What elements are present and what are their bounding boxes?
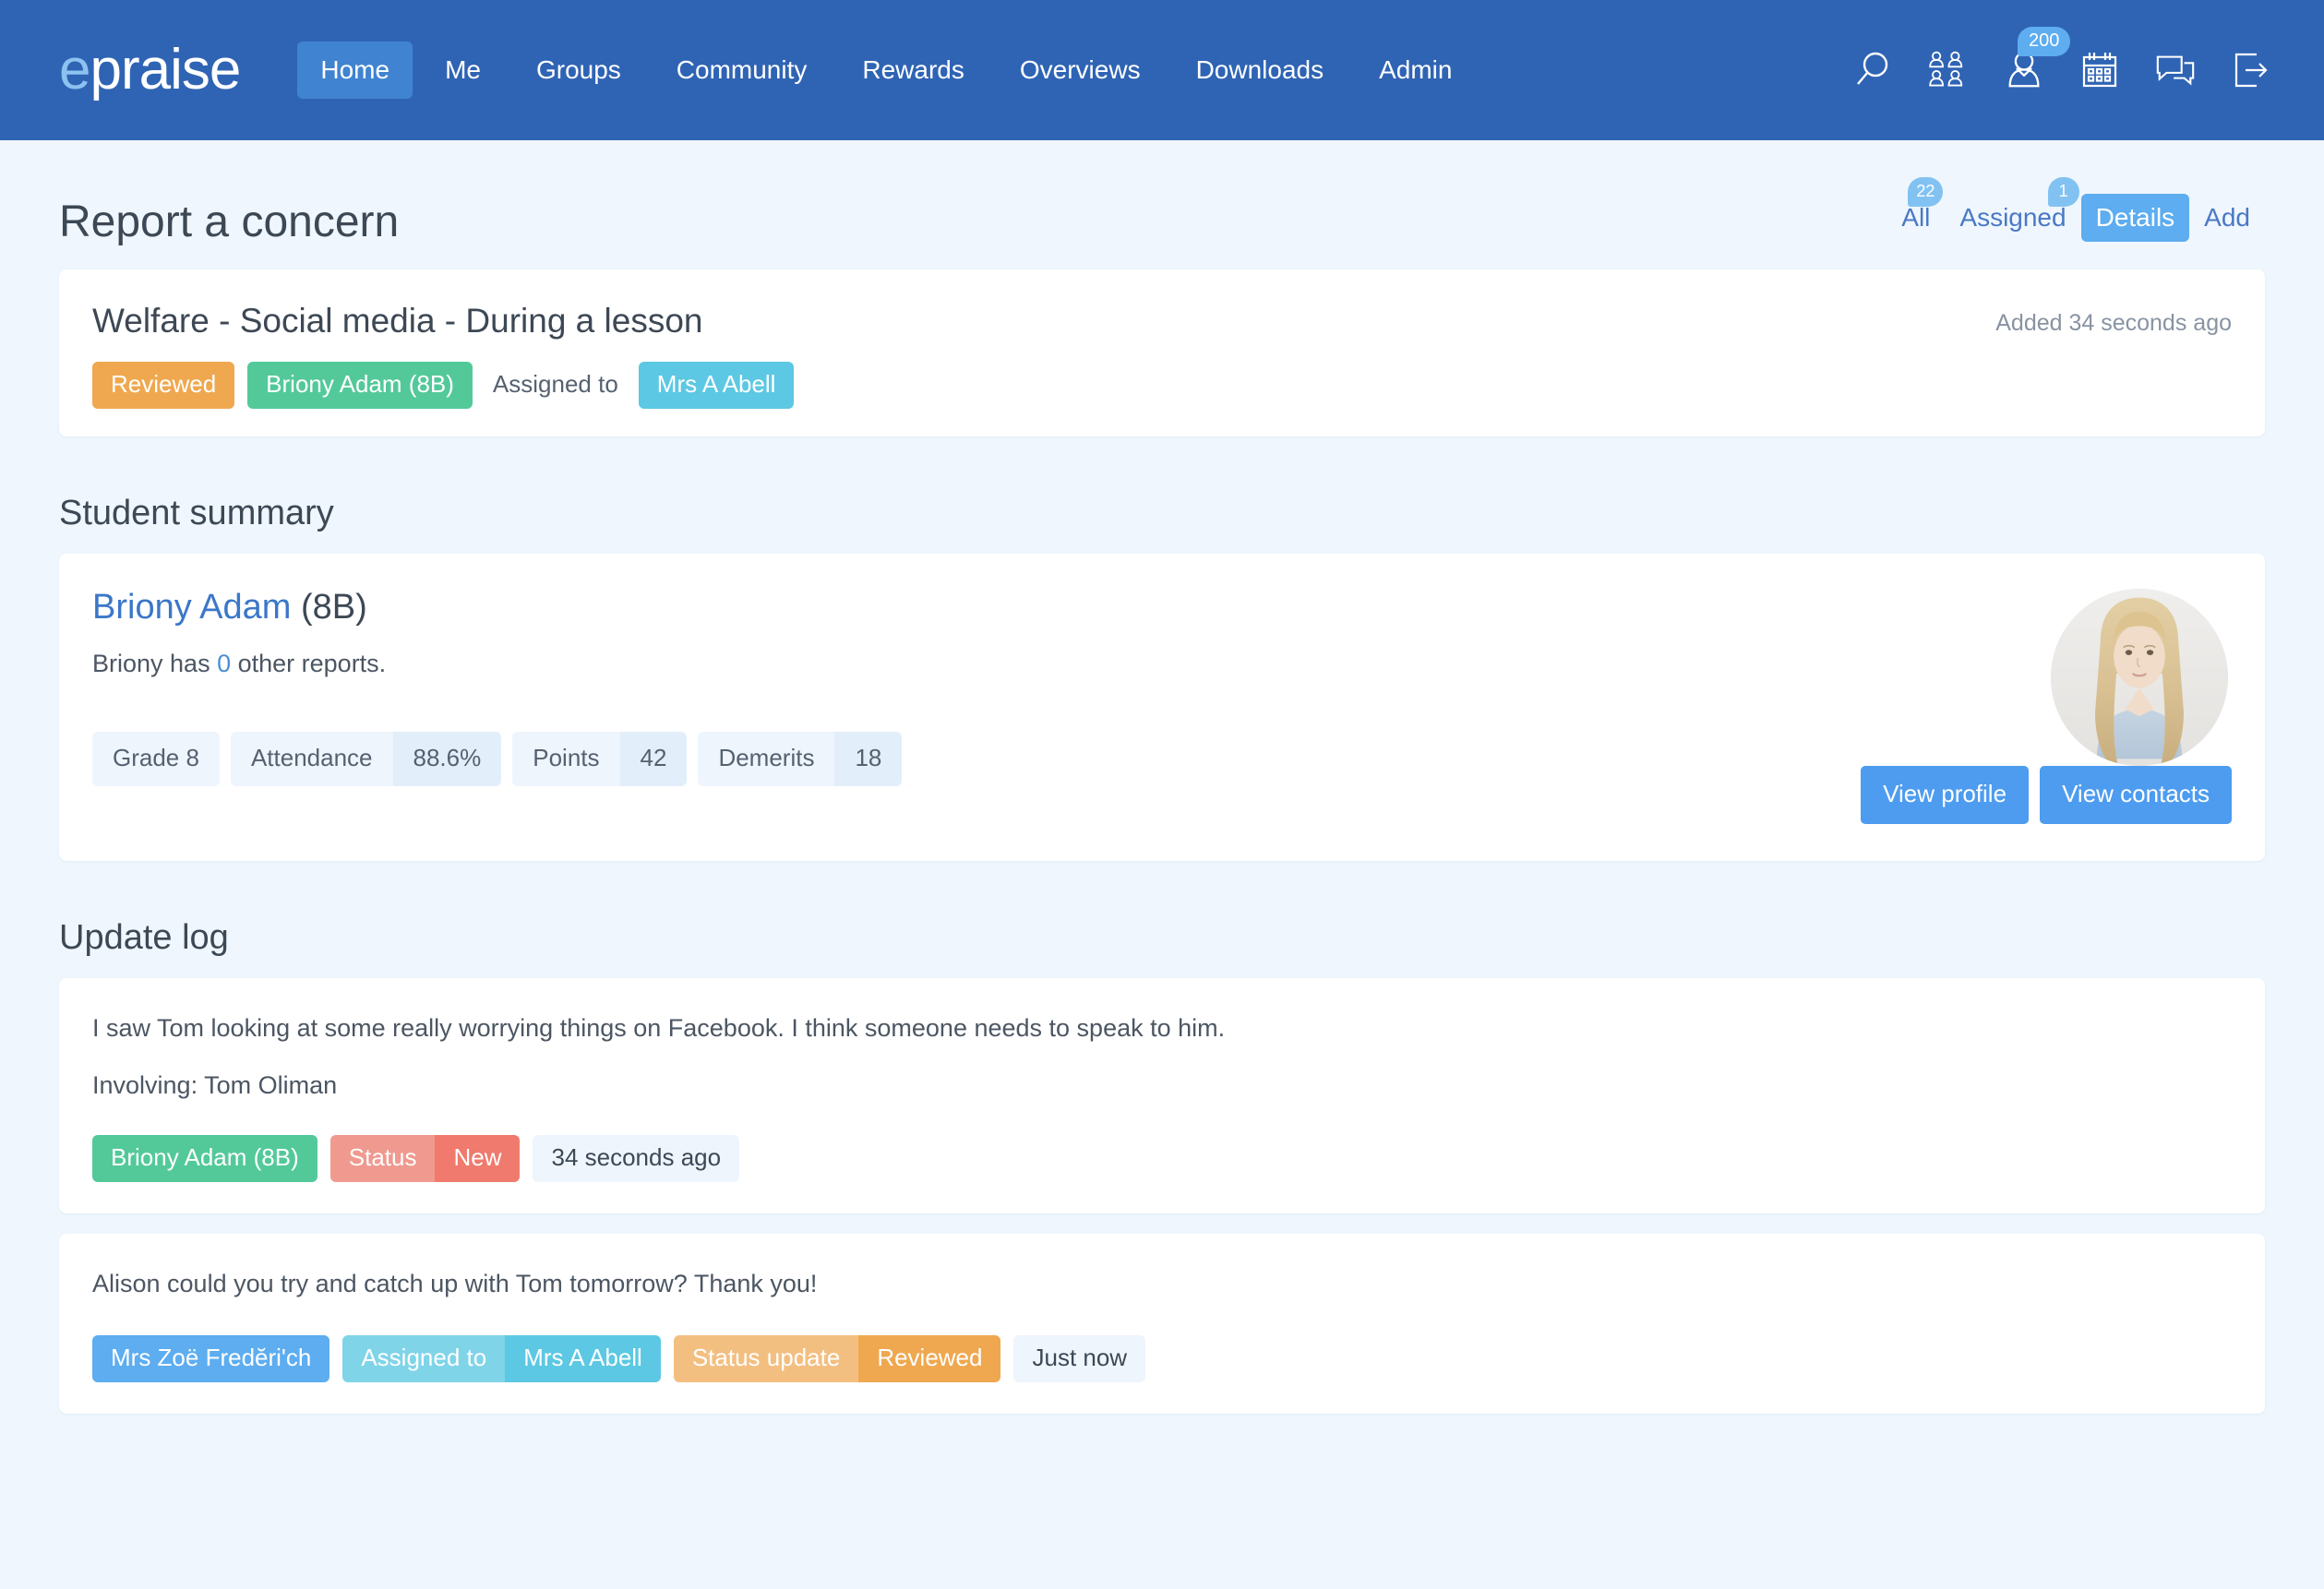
concern-details: Welfare - Social media - During a lesson… <box>92 301 1995 410</box>
page-body: Report a concern All 22 Assigned 1 Detai… <box>0 140 2324 1415</box>
tab-assigned-badge: 1 <box>2047 177 2079 207</box>
concern-card: Welfare - Social media - During a lesson… <box>59 269 2265 437</box>
nav-links: Home Me Groups Community Rewards Overvie… <box>297 42 1484 99</box>
stat-demerits: Demerits 18 <box>698 732 903 787</box>
nav-item-groups[interactable]: Groups <box>513 42 644 99</box>
concern-chip-row: Reviewed Briony Adam (8B) Assigned to Mr… <box>92 362 1995 410</box>
log-entry-2-author[interactable]: Mrs Zoë Fredĕri'ch <box>92 1335 330 1383</box>
concern-title: Welfare - Social media - During a lesson <box>92 302 703 340</box>
notification-badge: 200 <box>2018 27 2071 56</box>
status-badge[interactable]: Reviewed <box>92 362 235 410</box>
tab-all-label: All <box>1901 203 1931 232</box>
stat-demerits-value: 18 <box>834 732 903 787</box>
concern-added-time: Added 34 seconds ago <box>1995 310 2232 336</box>
log-entry-1-status-label: Status <box>329 1134 436 1182</box>
nav-item-home[interactable]: Home <box>297 42 413 99</box>
nav-item-downloads[interactable]: Downloads <box>1173 42 1348 99</box>
page-header: Report a concern All 22 Assigned 1 Detai… <box>59 140 2265 257</box>
log-entry-2-status-value: Reviewed <box>858 1335 1001 1383</box>
log-entry-1-text: I saw Tom looking at some really worryin… <box>92 1014 1226 1043</box>
logout-icon[interactable] <box>2230 49 2272 91</box>
view-profile-button[interactable]: View profile <box>1861 766 2030 825</box>
log-entry-1-chips: Briony Adam (8B) Status New 34 seconds a… <box>92 1134 2232 1182</box>
log-entry-2-status-label: Status update <box>673 1335 859 1383</box>
log-entry-1: I saw Tom looking at some really worryin… <box>59 978 2265 1213</box>
log-entry-2-status-group: Status update Reviewed <box>673 1335 1001 1383</box>
log-entry-2-assigned-value: Mrs A Abell <box>505 1335 661 1383</box>
page-title: Report a concern <box>59 197 400 247</box>
student-side-panel: View profile View contacts <box>1861 589 2232 825</box>
view-contacts-button[interactable]: View contacts <box>2040 766 2232 825</box>
student-avatar[interactable] <box>2051 589 2228 767</box>
student-name-link[interactable]: Briony Adam <box>92 588 291 627</box>
tab-assigned-label: Assigned <box>1959 203 2066 232</box>
epraise-logo[interactable]: epraise <box>59 42 241 99</box>
stat-grade-label: Grade 8 <box>92 732 220 787</box>
student-info: Briony Adam (8B) Briony has 0 other repo… <box>92 588 1863 824</box>
nav-item-me[interactable]: Me <box>422 42 504 99</box>
log-entry-1-status-value: New <box>435 1134 521 1182</box>
update-log-heading: Update log <box>59 918 229 958</box>
tab-all-badge: 22 <box>1908 177 1944 207</box>
stat-demerits-label: Demerits <box>698 732 835 787</box>
log-entry-2-assigned-label: Assigned to <box>342 1335 506 1383</box>
log-entry-1-time: 34 seconds ago <box>533 1134 740 1182</box>
logo-text: praise <box>90 38 241 102</box>
log-entry-2: Alison could you try and catch up with T… <box>59 1233 2265 1415</box>
reports-prefix: Briony has <box>92 650 218 678</box>
group-users-icon[interactable] <box>1927 49 1970 91</box>
stat-points-label: Points <box>512 732 620 787</box>
nav-item-admin[interactable]: Admin <box>1356 42 1475 99</box>
log-entry-1-author[interactable]: Briony Adam (8B) <box>92 1134 317 1182</box>
log-entry-2-time: Just now <box>1013 1335 1146 1383</box>
student-form: (8B) <box>301 588 367 627</box>
student-summary-heading: Student summary <box>59 494 334 533</box>
assignee-badge[interactable]: Mrs A Abell <box>638 362 795 410</box>
log-entry-2-text: Alison could you try and catch up with T… <box>92 1269 818 1297</box>
student-name: Briony Adam (8B) <box>92 588 1863 627</box>
tab-all[interactable]: All 22 <box>1887 177 1945 242</box>
log-entry-2-chips: Mrs Zoë Fredĕri'ch Assigned to Mrs A Abe… <box>92 1335 2232 1383</box>
messages-icon[interactable] <box>2154 49 2197 91</box>
log-entry-1-involving: Involving: Tom Oliman <box>92 1070 338 1099</box>
stat-points: Points 42 <box>512 732 688 787</box>
student-report-count: Briony has 0 other reports. <box>92 650 1863 678</box>
student-actions: View profile View contacts <box>1861 766 2232 825</box>
logo-letter-e: e <box>59 38 90 102</box>
student-summary-card: Briony Adam (8B) Briony has 0 other repo… <box>59 554 2265 862</box>
nav-item-community[interactable]: Community <box>653 42 831 99</box>
stat-attendance-value: 88.6% <box>392 732 502 787</box>
search-icon[interactable] <box>1851 49 1894 91</box>
stat-attendance: Attendance 88.6% <box>230 732 502 787</box>
stat-grade: Grade 8 <box>92 732 220 787</box>
tab-add[interactable]: Add <box>2189 194 2265 242</box>
assigned-to-label: Assigned to <box>492 370 618 399</box>
student-stats: Grade 8 Attendance 88.6% Points 42 Demer… <box>92 732 1863 787</box>
stat-points-value: 42 <box>619 732 688 787</box>
user-profile-icon[interactable]: 200 <box>2003 27 2071 91</box>
log-entry-2-assigned-group: Assigned to Mrs A Abell <box>342 1335 661 1383</box>
reports-suffix: other reports. <box>231 650 387 678</box>
nav-item-rewards[interactable]: Rewards <box>839 42 987 99</box>
filter-tabs: All 22 Assigned 1 Details Add <box>1887 177 2265 247</box>
tab-assigned[interactable]: Assigned 1 <box>1945 177 2080 242</box>
tab-details[interactable]: Details <box>2080 194 2190 242</box>
nav-item-overviews[interactable]: Overviews <box>997 42 1164 99</box>
reports-count[interactable]: 0 <box>217 650 231 677</box>
log-entry-1-status-group: Status New <box>329 1134 521 1182</box>
stat-attendance-label: Attendance <box>230 732 393 787</box>
calendar-icon[interactable] <box>2078 49 2121 91</box>
nav-icon-group: 200 <box>1851 27 2272 91</box>
top-navbar: epraise Home Me Groups Community Rewards… <box>0 0 2324 140</box>
student-badge[interactable]: Briony Adam (8B) <box>247 362 473 410</box>
